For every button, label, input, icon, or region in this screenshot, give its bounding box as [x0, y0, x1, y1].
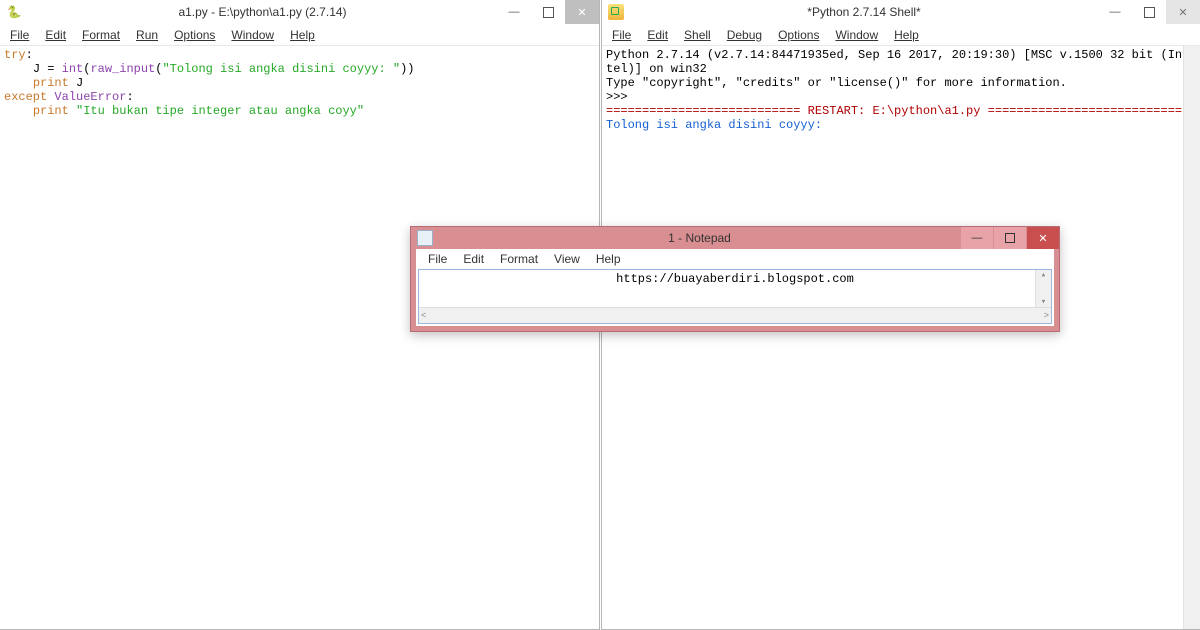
minimize-button[interactable]: —: [497, 0, 531, 24]
close-button[interactable]: ✕: [1027, 227, 1059, 249]
menu-window[interactable]: Window: [827, 26, 886, 44]
editor-titlebar[interactable]: 🐍 a1.py - E:\python\a1.py (2.7.14) — ✕: [0, 0, 599, 24]
notepad-title: 1 - Notepad: [439, 231, 960, 245]
notepad-icon: [417, 230, 433, 246]
notepad-window: 1 - Notepad — ✕ File Edit Format View He…: [410, 226, 1060, 332]
python-file-icon: 🐍: [6, 4, 22, 20]
string-error: "Itu bukan tipe integer atau angka coyy": [76, 104, 364, 118]
menu-file[interactable]: File: [604, 26, 639, 44]
close-button[interactable]: ✕: [565, 0, 599, 24]
menu-file[interactable]: File: [420, 251, 455, 267]
menu-run[interactable]: Run: [128, 26, 166, 44]
notepad-window-controls: — ✕: [960, 227, 1059, 249]
menu-window[interactable]: Window: [223, 26, 282, 44]
notepad-vertical-scrollbar[interactable]: ▴ ▾: [1035, 270, 1051, 307]
notepad-inner: File Edit Format View Help https://buaya…: [416, 249, 1054, 326]
minimize-button[interactable]: —: [1098, 0, 1132, 24]
menu-edit[interactable]: Edit: [37, 26, 74, 44]
menu-file[interactable]: File: [2, 26, 37, 44]
menu-options[interactable]: Options: [770, 26, 827, 44]
fn-rawinput: raw_input: [90, 62, 155, 76]
notepad-menubar: File Edit Format View Help: [416, 249, 1054, 269]
minimize-button[interactable]: —: [961, 227, 993, 249]
notepad-horizontal-scrollbar[interactable]: < >: [419, 307, 1051, 323]
keyword-except: except: [4, 90, 47, 104]
idle-shell-icon: [608, 4, 624, 20]
scroll-up-icon[interactable]: ▴: [1041, 270, 1046, 280]
keyword-print2: print: [33, 104, 69, 118]
scroll-right-icon[interactable]: >: [1044, 311, 1049, 321]
menu-view[interactable]: View: [546, 251, 588, 267]
scroll-down-icon[interactable]: ▾: [1041, 297, 1046, 307]
menu-help[interactable]: Help: [588, 251, 629, 267]
shell-title: *Python 2.7.14 Shell*: [630, 5, 1098, 19]
menu-format[interactable]: Format: [74, 26, 128, 44]
shell-banner: Python 2.7.14 (v2.7.14:84471935ed, Sep 1…: [606, 48, 1182, 62]
menu-debug[interactable]: Debug: [719, 26, 770, 44]
menu-help[interactable]: Help: [282, 26, 323, 44]
menu-shell[interactable]: Shell: [676, 26, 719, 44]
menu-help[interactable]: Help: [886, 26, 927, 44]
shell-window-controls: — ✕: [1098, 0, 1200, 24]
scroll-left-icon[interactable]: <: [421, 311, 426, 321]
menu-options[interactable]: Options: [166, 26, 223, 44]
shell-menubar: File Edit Shell Debug Options Window Hel…: [602, 24, 1200, 46]
shell-restart-line: =========================== RESTART: E:\…: [606, 104, 1182, 118]
close-button[interactable]: ✕: [1166, 0, 1200, 24]
shell-input-line: Tolong isi angka disini coyyy:: [606, 118, 829, 132]
fn-int: int: [62, 62, 84, 76]
notepad-titlebar[interactable]: 1 - Notepad — ✕: [411, 227, 1059, 249]
string-prompt: "Tolong isi angka disini coyyy: ": [162, 62, 400, 76]
editor-menubar: File Edit Format Run Options Window Help: [0, 24, 599, 46]
editor-window-controls: — ✕: [497, 0, 599, 24]
menu-edit[interactable]: Edit: [455, 251, 492, 267]
restore-button[interactable]: [994, 227, 1026, 249]
keyword-try: try: [4, 48, 26, 62]
notepad-text-area[interactable]: https://buayaberdiri.blogspot.com ▴ ▾ < …: [418, 269, 1052, 324]
exc-valueerror: ValueError: [54, 90, 126, 104]
shell-vertical-scrollbar[interactable]: [1183, 46, 1200, 629]
shell-titlebar[interactable]: *Python 2.7.14 Shell* — ✕: [602, 0, 1200, 24]
menu-format[interactable]: Format: [492, 251, 546, 267]
restore-button[interactable]: [1132, 0, 1166, 24]
shell-prompt: >>>: [606, 90, 635, 104]
shell-output-area[interactable]: Python 2.7.14 (v2.7.14:84471935ed, Sep 1…: [602, 46, 1200, 629]
menu-edit[interactable]: Edit: [639, 26, 676, 44]
editor-code-area[interactable]: try: J = int(raw_input("Tolong isi angka…: [0, 46, 599, 629]
restore-button[interactable]: [531, 0, 565, 24]
editor-title: a1.py - E:\python\a1.py (2.7.14): [28, 5, 497, 19]
keyword-print: print: [33, 76, 69, 90]
